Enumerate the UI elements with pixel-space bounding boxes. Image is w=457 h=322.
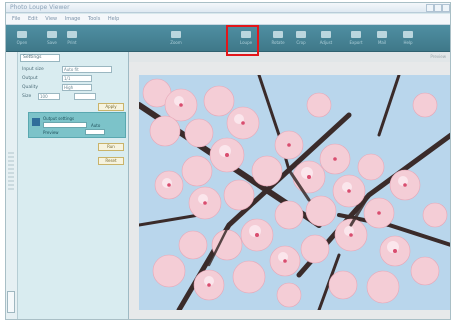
image-canvas[interactable]: Preview <box>129 52 450 319</box>
toolbar-export-button[interactable]: Export <box>346 27 366 49</box>
input-size-label: Input size <box>22 67 44 72</box>
size-field-2[interactable] <box>74 93 96 100</box>
apply-button[interactable]: Apply <box>98 103 124 111</box>
menu-edit[interactable]: Edit <box>28 14 38 24</box>
photo-illustration <box>139 75 450 310</box>
toolbar-zoom-button[interactable]: Zoom <box>166 27 186 49</box>
side-strip <box>6 52 18 319</box>
toolbar-rotate-button[interactable]: Rotate <box>268 27 288 49</box>
title-bar: Photo Loupe Viewer <box>6 3 450 13</box>
close-button[interactable] <box>442 4 450 12</box>
export-icon <box>351 31 361 38</box>
menu-help[interactable]: Help <box>108 14 119 24</box>
side-tab-button[interactable] <box>7 291 15 313</box>
rotate-icon <box>273 31 283 38</box>
size-label: Size <box>22 94 32 99</box>
input-size-select[interactable]: Auto fit <box>62 66 112 73</box>
window-title: Photo Loupe Viewer <box>10 4 70 11</box>
menu-view[interactable]: View <box>45 14 57 24</box>
save-icon <box>47 31 57 38</box>
cherry-blossom-photo <box>139 75 450 310</box>
output-path-field[interactable] <box>43 122 87 128</box>
menu-bar: File Edit View Image Tools Help <box>6 14 450 25</box>
adjust-icon <box>321 31 331 38</box>
quality-field[interactable]: High <box>62 84 92 91</box>
reset-button[interactable]: Reset <box>98 157 124 165</box>
quality-label: Quality <box>22 85 39 90</box>
menu-image[interactable]: Image <box>65 14 81 24</box>
settings-panel: Settings Input size Auto fit Output 1/1 … <box>18 52 129 319</box>
canvas-preview-label: Preview <box>430 54 446 59</box>
print-icon <box>67 31 77 38</box>
menu-file[interactable]: File <box>12 14 20 24</box>
output-settings-title: Output settings <box>43 116 75 121</box>
toolbar-help-button[interactable]: Help <box>398 27 418 49</box>
output-label: Output <box>22 76 38 81</box>
canvas-header: Preview <box>129 52 450 62</box>
run-button[interactable]: Run <box>98 143 124 151</box>
side-strip-label <box>8 152 14 192</box>
output-field[interactable]: 1/1 <box>62 75 92 82</box>
size-field[interactable]: 100 <box>38 93 60 100</box>
panel-header: Settings <box>20 54 60 62</box>
toolbar-crop-button[interactable]: Crop <box>291 27 311 49</box>
loupe-highlight-box <box>226 25 259 56</box>
output-settings-box: Output settings Auto Preview <box>28 112 126 138</box>
toolbar-print-button[interactable]: Print <box>62 27 82 49</box>
crop-icon <box>296 31 306 38</box>
minimize-button[interactable] <box>426 4 434 12</box>
maximize-button[interactable] <box>434 4 442 12</box>
output-checkbox[interactable] <box>32 118 40 126</box>
toolbar-adjust-button[interactable]: Adjust <box>316 27 336 49</box>
preview-field[interactable] <box>85 129 105 135</box>
toolbar-mail-button[interactable]: Mail <box>372 27 392 49</box>
toolbar-open-button[interactable]: Open <box>12 27 32 49</box>
preview-label: Preview <box>43 130 59 135</box>
toolbar-save-button[interactable]: Save <box>42 27 62 49</box>
output-auto-label: Auto <box>91 123 101 128</box>
folder-icon <box>17 31 27 38</box>
zoom-icon <box>171 31 181 38</box>
help-icon <box>403 31 413 38</box>
menu-tools[interactable]: Tools <box>88 14 100 24</box>
mail-icon <box>377 31 387 38</box>
